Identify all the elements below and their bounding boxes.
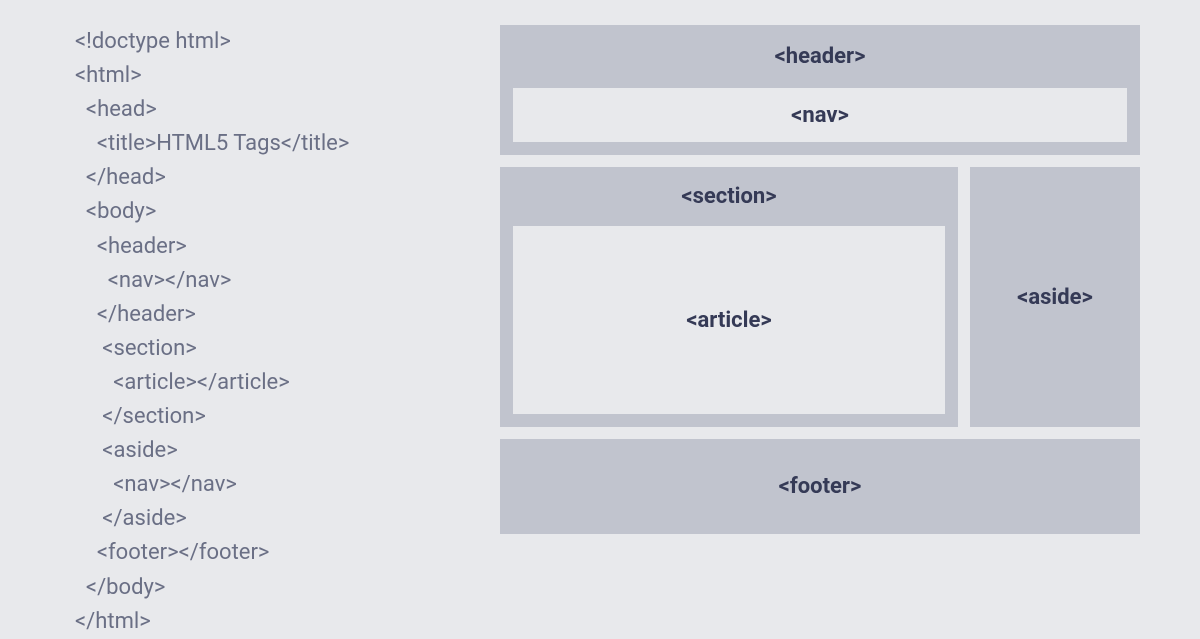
section-label: <section> (681, 184, 776, 209)
code-panel: <!doctype html> <html> <head> <title>HTM… (0, 25, 500, 603)
nav-block: <nav> (512, 87, 1128, 143)
article-label: <article> (686, 308, 771, 333)
article-block: <article> (512, 225, 946, 415)
layout-diagram: <header> <nav> <section> <article> <asid… (500, 25, 1200, 603)
nav-label: <nav> (791, 103, 849, 128)
footer-label: <footer> (779, 474, 862, 499)
header-block: <header> <nav> (500, 25, 1140, 155)
middle-row: <section> <article> <aside> (500, 167, 1140, 427)
aside-block: <aside> (970, 167, 1140, 427)
section-block: <section> <article> (500, 167, 958, 427)
aside-label: <aside> (1017, 285, 1093, 310)
header-label: <header> (775, 44, 866, 69)
footer-block: <footer> (500, 439, 1140, 534)
code-listing: <!doctype html> <html> <head> <title>HTM… (75, 25, 480, 639)
